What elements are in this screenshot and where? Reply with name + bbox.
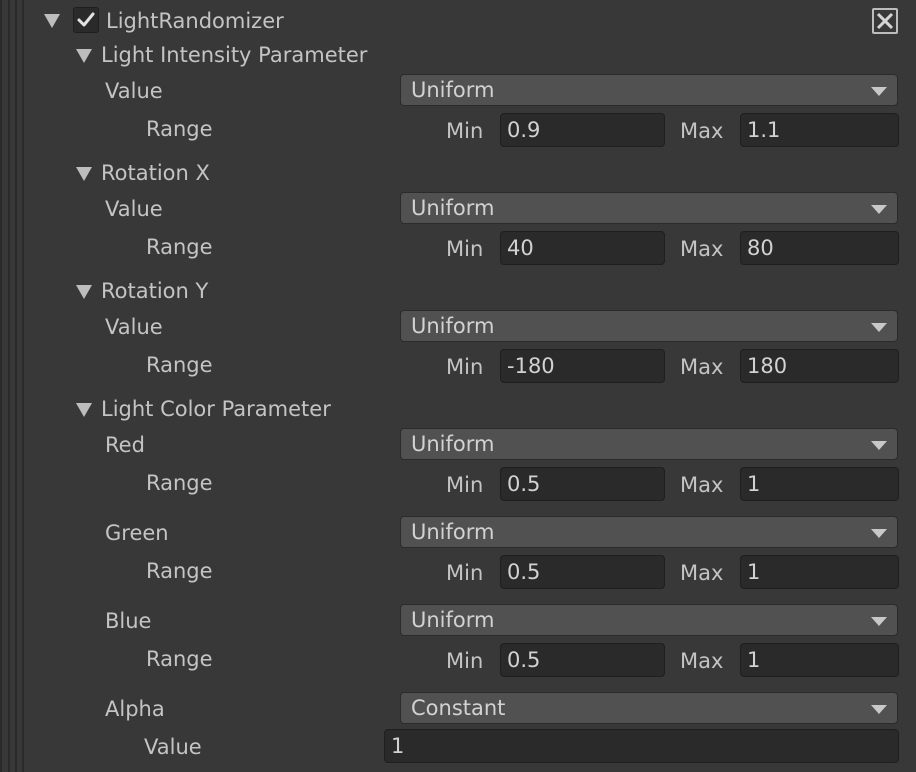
row-label: Value [105, 79, 163, 103]
dropdown-arrow-icon [871, 441, 887, 450]
min-label: Min [446, 237, 484, 261]
max-label: Max [680, 473, 724, 497]
dropdown-value: Uniform [411, 432, 495, 456]
section-title-rotation-y: Rotation Y [101, 279, 209, 303]
min-label: Min [446, 561, 484, 585]
row-label-alpha: Alpha [105, 697, 165, 721]
section-foldout-icon[interactable] [76, 403, 92, 417]
min-label: Min [446, 473, 484, 497]
row-label-red: Red [105, 433, 145, 457]
checkmark-icon [77, 12, 95, 27]
inspector-gutter-line [22, 0, 24, 772]
max-value: 1 [747, 560, 761, 584]
max-value: 1 [747, 648, 761, 672]
min-label: Min [446, 119, 484, 143]
min-input[interactable]: 0.5 [500, 467, 665, 501]
distribution-dropdown[interactable]: Uniform [400, 310, 898, 342]
range-label: Range [146, 353, 213, 377]
max-label: Max [680, 237, 724, 261]
max-input[interactable]: 180 [740, 349, 899, 383]
min-input[interactable]: 0.5 [500, 555, 665, 589]
min-value: 0.5 [507, 648, 541, 672]
distribution-dropdown[interactable]: Uniform [400, 428, 898, 460]
max-input[interactable]: 1 [740, 467, 899, 501]
component-title: LightRandomizer [106, 9, 284, 33]
constant-value-input[interactable]: 1 [384, 729, 899, 763]
max-input[interactable]: 1 [740, 643, 899, 677]
max-label: Max [680, 649, 724, 673]
distribution-dropdown[interactable]: Constant [400, 692, 898, 724]
max-value: 1 [747, 472, 761, 496]
min-value: 0.5 [507, 560, 541, 584]
dropdown-value: Uniform [411, 314, 495, 338]
section-foldout-icon[interactable] [76, 167, 92, 181]
close-x-icon [876, 12, 894, 30]
dropdown-arrow-icon [871, 617, 887, 626]
distribution-dropdown[interactable]: Uniform [400, 192, 898, 224]
max-input[interactable]: 80 [740, 231, 899, 265]
section-title-light-color: Light Color Parameter [101, 397, 331, 421]
component-foldout-icon[interactable] [44, 14, 60, 28]
min-input[interactable]: 40 [500, 231, 665, 265]
section-foldout-icon[interactable] [76, 285, 92, 299]
section-title-light-intensity: Light Intensity Parameter [101, 43, 368, 67]
min-label: Min [446, 355, 484, 379]
max-label: Max [680, 355, 724, 379]
max-input[interactable]: 1 [740, 555, 899, 589]
distribution-dropdown[interactable]: Uniform [400, 604, 898, 636]
min-input[interactable]: -180 [500, 349, 665, 383]
range-label: Range [146, 117, 213, 141]
distribution-dropdown[interactable]: Uniform [400, 74, 898, 106]
dropdown-value: Uniform [411, 78, 495, 102]
range-label: Range [146, 559, 213, 583]
min-value: 40 [507, 236, 534, 260]
component-enabled-checkbox[interactable] [73, 7, 99, 33]
max-label: Max [680, 561, 724, 585]
dropdown-arrow-icon [871, 87, 887, 96]
min-value: -180 [507, 354, 555, 378]
dropdown-arrow-icon [871, 205, 887, 214]
dropdown-value: Uniform [411, 608, 495, 632]
inspector-gutter-line [0, 0, 2, 772]
row-label-blue: Blue [105, 609, 152, 633]
dropdown-value: Uniform [411, 196, 495, 220]
range-label: Range [146, 647, 213, 671]
min-value: 0.9 [507, 118, 541, 142]
dropdown-value: Uniform [411, 520, 495, 544]
min-value: 0.5 [507, 472, 541, 496]
section-foldout-icon[interactable] [76, 49, 92, 63]
dropdown-arrow-icon [871, 705, 887, 714]
max-input[interactable]: 1.1 [740, 113, 899, 147]
max-value: 1.1 [747, 118, 781, 142]
inspector-gutter-line [15, 0, 17, 772]
min-label: Min [446, 649, 484, 673]
max-label: Max [680, 119, 724, 143]
range-label: Range [146, 471, 213, 495]
section-title-rotation-x: Rotation X [101, 161, 210, 185]
max-value: 180 [747, 354, 788, 378]
range-label: Range [146, 235, 213, 259]
row-label: Value [105, 197, 163, 221]
distribution-dropdown[interactable]: Uniform [400, 516, 898, 548]
inspector-gutter-line [8, 0, 10, 772]
dropdown-value: Constant [411, 696, 506, 720]
min-input[interactable]: 0.9 [500, 113, 665, 147]
constant-value-label: Value [144, 735, 202, 759]
dropdown-arrow-icon [871, 323, 887, 332]
row-label-green: Green [105, 521, 169, 545]
constant-value: 1 [391, 734, 405, 758]
min-input[interactable]: 0.5 [500, 643, 665, 677]
dropdown-arrow-icon [871, 529, 887, 538]
max-value: 80 [747, 236, 774, 260]
remove-component-button[interactable] [872, 8, 898, 34]
row-label: Value [105, 315, 163, 339]
